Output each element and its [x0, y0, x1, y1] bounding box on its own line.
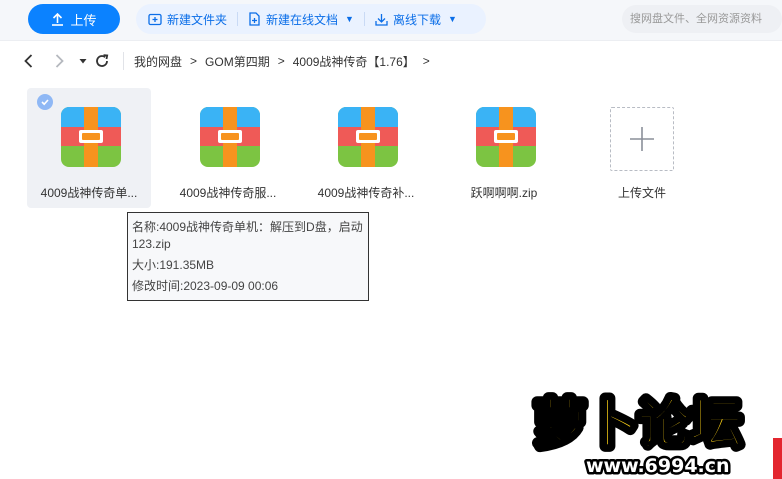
- archive-zip-icon: [338, 107, 398, 167]
- check-icon[interactable]: [37, 94, 53, 110]
- search-placeholder: 搜网盘文件、全网资源资料: [630, 13, 762, 25]
- plus-icon: [630, 127, 654, 151]
- caret-down-icon: ▼: [447, 14, 457, 24]
- watermark-title: 萝卜论坛: [534, 395, 742, 455]
- new-folder-icon: [148, 13, 162, 25]
- upload-button[interactable]: 上传: [28, 4, 120, 34]
- file-name: 4009战神传奇单...: [40, 186, 138, 200]
- upload-file-tile[interactable]: [610, 107, 674, 171]
- caret-down-icon: ▼: [345, 14, 354, 24]
- file-name: 4009战神传奇服...: [179, 186, 277, 200]
- archive-zip-icon: [200, 107, 260, 167]
- upload-button-label: 上传: [70, 12, 97, 28]
- caret-down-icon[interactable]: [75, 53, 91, 69]
- breadcrumb-separator: >: [190, 54, 198, 68]
- file-item[interactable]: 跃啊啊啊.zip: [442, 88, 566, 208]
- new-folder-button[interactable]: 新建文件夹: [148, 4, 227, 34]
- chevron-right-icon[interactable]: [51, 53, 67, 69]
- breadcrumb-item-current[interactable]: 4009战神传奇【1.76】: [293, 53, 415, 70]
- chevron-left-icon[interactable]: [21, 53, 37, 69]
- refresh-icon[interactable]: [94, 53, 110, 69]
- upload-arrow-icon: [52, 12, 64, 26]
- offline-download-button[interactable]: 离线下载 ▼: [375, 4, 457, 34]
- tooltip-modified: 修改时间:2023-09-09 00:06: [132, 279, 279, 293]
- file-item[interactable]: 4009战神传奇补...: [304, 88, 428, 208]
- watermark-url: www.6994.cn: [586, 455, 730, 477]
- toolbar: 上传 新建文件夹 新建在线文档 ▼ 离线下载 ▼ 搜网盘文件、全网资源资料: [0, 0, 782, 40]
- file-item[interactable]: 4009战神传奇服...: [166, 88, 290, 208]
- breadcrumb-item-gom[interactable]: GOM第四期: [205, 53, 270, 70]
- divider: [0, 40, 782, 41]
- breadcrumb: 我的网盘 > GOM第四期 > 4009战神传奇【1.76】 >: [123, 52, 438, 70]
- search-input[interactable]: 搜网盘文件、全网资源资料: [622, 5, 782, 33]
- new-doc-icon: [249, 12, 260, 26]
- new-folder-label: 新建文件夹: [167, 12, 228, 27]
- nav-bar: 我的网盘 > GOM第四期 > 4009战神传奇【1.76】 >: [0, 46, 782, 76]
- download-icon: [375, 13, 388, 26]
- upload-file-label[interactable]: 上传文件: [582, 184, 702, 201]
- tooltip-size: 大小:191.35MB: [132, 258, 215, 272]
- edge-decoration: [773, 438, 782, 479]
- file-info-tooltip: 名称:4009战神传奇单机：解压到D盘，启动123.zip 大小:191.35M…: [127, 212, 369, 301]
- divider: [237, 12, 239, 26]
- breadcrumb-item-root[interactable]: 我的网盘: [134, 53, 182, 70]
- offline-download-label: 离线下载: [392, 12, 441, 27]
- divider: [363, 12, 365, 26]
- breadcrumb-separator: >: [277, 54, 285, 68]
- new-online-doc-label: 新建在线文档: [266, 12, 339, 27]
- archive-zip-icon: [476, 107, 536, 167]
- new-online-doc-button[interactable]: 新建在线文档 ▼: [248, 4, 354, 34]
- file-name: 4009战神传奇补...: [317, 186, 415, 200]
- file-item[interactable]: 4009战神传奇单...: [27, 88, 151, 208]
- archive-zip-icon: [61, 107, 121, 167]
- breadcrumb-separator: >: [422, 54, 430, 68]
- forum-watermark-logo: 萝卜论坛 萝卜论坛 www.6994.cn www.6994.cn: [530, 390, 747, 479]
- file-name: 跃啊啊啊.zip: [470, 186, 538, 200]
- tooltip-name: 名称:4009战神传奇单机：解压到D盘，启动123.zip: [132, 220, 363, 251]
- action-group: 新建文件夹 新建在线文档 ▼ 离线下载 ▼: [136, 4, 486, 34]
